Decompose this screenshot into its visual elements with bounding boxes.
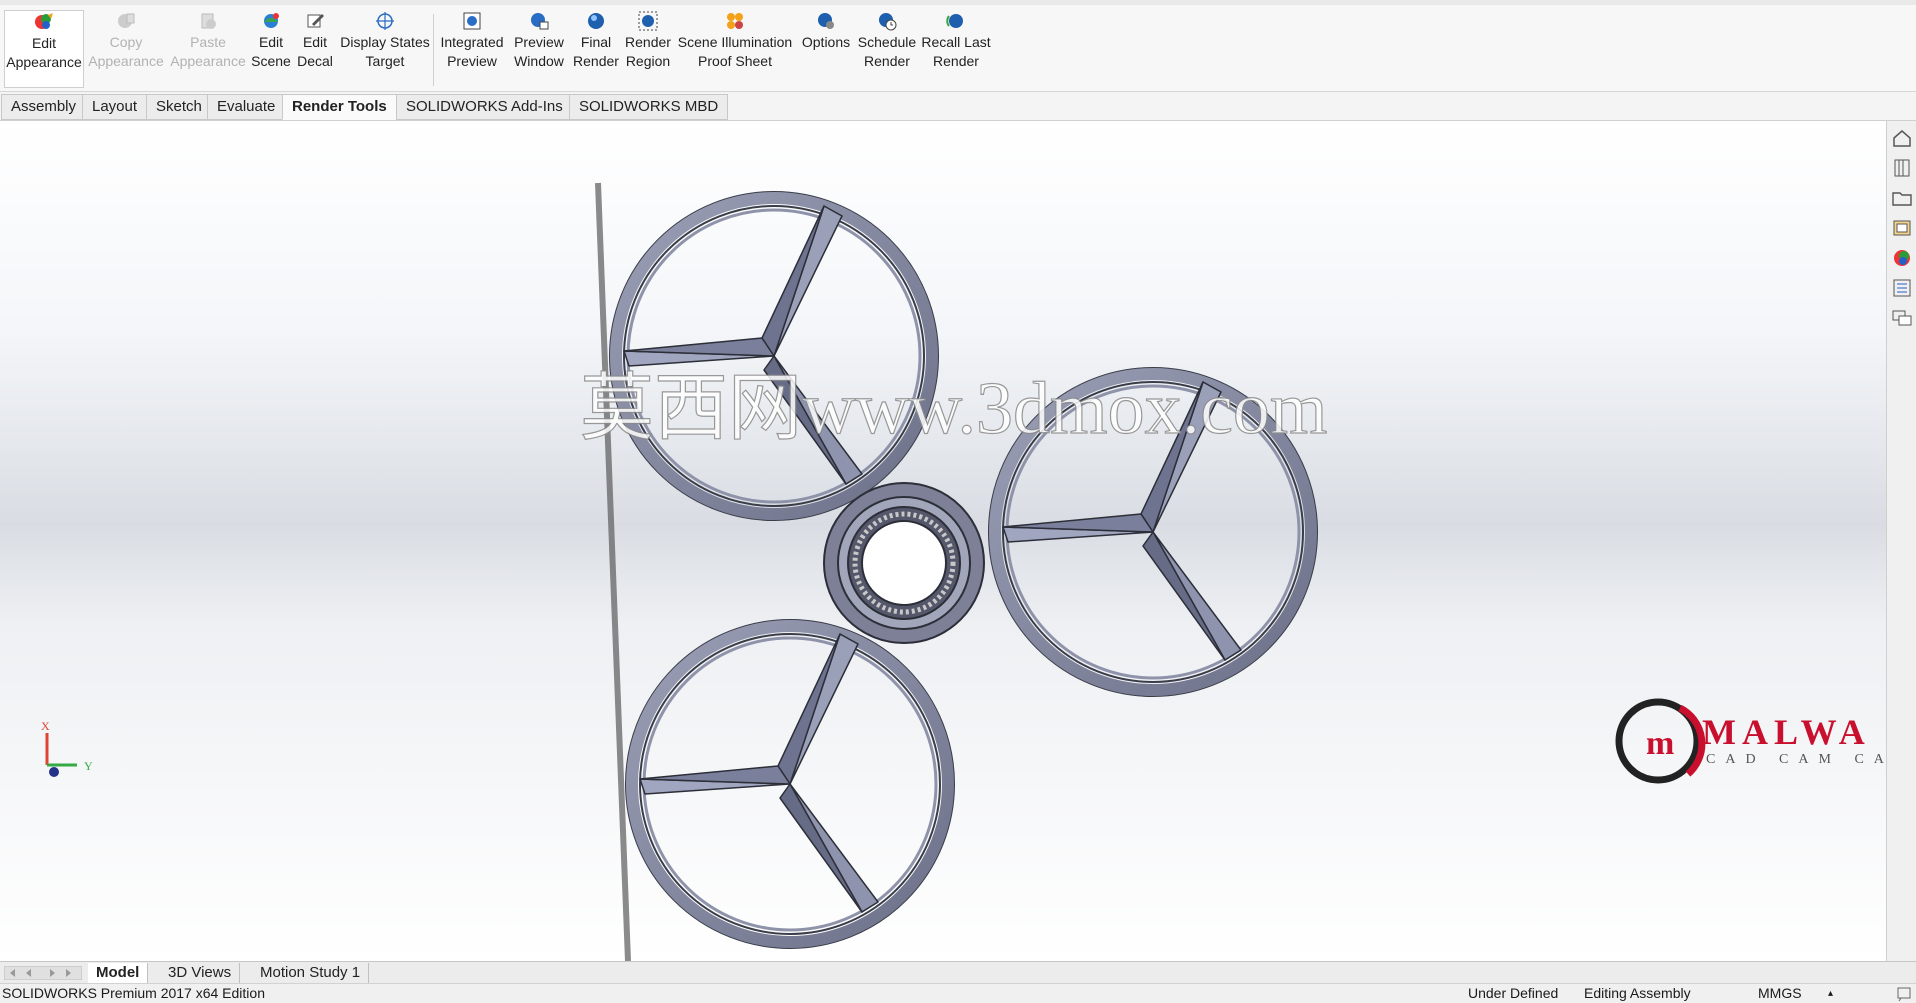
recall-last-render-button[interactable]: Recall Last Render bbox=[920, 10, 992, 88]
tab-solidworks-mbd[interactable]: SOLIDWORKS MBD bbox=[569, 94, 729, 120]
edition-text: SOLIDWORKS Premium 2017 x64 Edition bbox=[2, 985, 265, 1001]
decal-icon bbox=[303, 10, 327, 32]
definition-status: Under Defined bbox=[1468, 985, 1559, 1001]
graphics-area[interactable]: X Y m MALWA CAD CAM CAE 莫西网www.3dmox.com bbox=[0, 121, 1886, 961]
paste-appearance-icon bbox=[196, 10, 220, 32]
tab-scroll-arrows-icon[interactable] bbox=[4, 966, 82, 980]
edit-scene-button[interactable]: Edit Scene bbox=[250, 10, 292, 88]
tab-render-tools[interactable]: Render Tools bbox=[282, 94, 397, 120]
task-pane bbox=[1886, 121, 1916, 961]
edit-scene-label-1: Edit bbox=[258, 34, 284, 50]
final-render-label-2: Render bbox=[573, 53, 619, 69]
view-palette-icon[interactable] bbox=[1891, 217, 1913, 239]
wheel-top[interactable] bbox=[610, 192, 938, 520]
tab-solidworks-add-ins[interactable]: SOLIDWORKS Add-Ins bbox=[396, 94, 573, 120]
svg-text:m: m bbox=[1646, 725, 1674, 762]
logo-subtitle: CAD CAM CAE bbox=[1706, 752, 1886, 767]
design-library-icon[interactable] bbox=[1891, 157, 1913, 179]
schedule-render-label-1: Schedule bbox=[857, 34, 917, 50]
proof-sheet-icon bbox=[723, 10, 747, 32]
preview-window-label-1: Preview bbox=[514, 34, 564, 50]
watermark-text: 莫西网www.3dmox.com bbox=[580, 368, 1327, 450]
render-region-button[interactable]: Render Region bbox=[623, 10, 673, 88]
home-icon[interactable] bbox=[1891, 127, 1913, 149]
tab-evaluate[interactable]: Evaluate bbox=[207, 94, 286, 120]
scene-illumination-label-1: Scene Illumination bbox=[677, 34, 793, 50]
recall-last-render-label-2: Render bbox=[933, 53, 979, 69]
copy-appearance-label-2: Appearance bbox=[88, 53, 164, 69]
options-label-1: Options bbox=[801, 34, 851, 50]
appearances-scenes-icon[interactable] bbox=[1891, 247, 1913, 269]
schedule-render-icon bbox=[875, 10, 899, 32]
final-render-button[interactable]: Final Render bbox=[571, 10, 621, 88]
recall-render-icon bbox=[944, 10, 968, 32]
assembly-model[interactable]: X Y m MALWA CAD CAM CAE 莫西网www.3dmox.com bbox=[0, 121, 1886, 961]
scene-icon bbox=[259, 10, 283, 32]
status-bar: SOLIDWORKS Premium 2017 x64 Edition Unde… bbox=[0, 983, 1916, 1003]
tab-sketch[interactable]: Sketch bbox=[146, 94, 212, 120]
appearance-icon bbox=[32, 11, 56, 33]
edit-scene-label-2: Scene bbox=[251, 53, 291, 69]
edit-appearance-label-2: Appearance bbox=[6, 54, 82, 70]
integrated-preview-icon bbox=[460, 10, 484, 32]
editing-mode: Editing Assembly bbox=[1584, 985, 1691, 1001]
tab-motion-study-1[interactable]: Motion Study 1 bbox=[252, 963, 370, 983]
units-caret-icon[interactable]: ▴ bbox=[1828, 984, 1833, 1003]
integrated-preview-button[interactable]: Integrated Preview bbox=[438, 10, 506, 88]
display-states-target-button[interactable]: Display States Target bbox=[339, 10, 431, 88]
command-manager-ribbon: Edit Appearance Copy Appearance Paste Ap… bbox=[0, 0, 1916, 92]
copy-appearance-label-1: Copy bbox=[109, 34, 143, 50]
schedule-render-label-2: Render bbox=[864, 53, 910, 69]
coordinate-triad: X Y bbox=[41, 719, 93, 777]
copy-appearance-icon bbox=[114, 10, 138, 32]
bearing-hub[interactable] bbox=[823, 482, 985, 644]
edit-decal-label-1: Edit bbox=[302, 34, 328, 50]
display-states-label-2: Target bbox=[365, 53, 405, 69]
wheel-bottom[interactable] bbox=[626, 620, 954, 948]
ribbon-top-strip bbox=[0, 0, 1916, 5]
display-states-label-1: Display States bbox=[340, 34, 430, 50]
edit-appearance-button[interactable]: Edit Appearance bbox=[4, 10, 84, 88]
triad-y-label: Y bbox=[84, 759, 93, 773]
integrated-preview-label-2: Preview bbox=[447, 53, 497, 69]
preview-window-label-2: Window bbox=[514, 53, 564, 69]
paste-appearance-label-1: Paste bbox=[190, 34, 226, 50]
render-region-label-1: Render bbox=[625, 34, 671, 50]
malwa-logo: m MALWA CAD CAM CAE bbox=[1615, 698, 1886, 784]
options-button[interactable]: Options bbox=[797, 10, 855, 88]
paste-appearance-label-2: Appearance bbox=[170, 53, 246, 69]
unit-system-selector[interactable]: MMGS bbox=[1758, 984, 1802, 1003]
final-render-icon bbox=[584, 10, 608, 32]
final-render-label-1: Final bbox=[580, 34, 612, 50]
tab-3d-views[interactable]: 3D Views bbox=[160, 963, 241, 983]
tab-layout[interactable]: Layout bbox=[82, 94, 148, 120]
integrated-preview-label-1: Integrated bbox=[440, 34, 504, 50]
edit-decal-button[interactable]: Edit Decal bbox=[294, 10, 336, 88]
tab-model[interactable]: Model bbox=[88, 963, 149, 983]
scene-illumination-label-2: Proof Sheet bbox=[698, 53, 772, 69]
render-region-label-2: Region bbox=[625, 53, 671, 69]
render-region-icon bbox=[636, 10, 660, 32]
file-explorer-icon[interactable] bbox=[1891, 187, 1913, 209]
ribbon-separator bbox=[433, 14, 434, 86]
custom-properties-icon[interactable] bbox=[1891, 277, 1913, 299]
target-icon bbox=[373, 10, 397, 32]
preview-window-icon bbox=[527, 10, 551, 32]
paste-appearance-button[interactable]: Paste Appearance bbox=[170, 10, 246, 88]
preview-window-button[interactable]: Preview Window bbox=[510, 10, 568, 88]
schedule-render-button[interactable]: Schedule Render bbox=[857, 10, 917, 88]
render-options-icon bbox=[814, 10, 838, 32]
scene-illumination-proof-sheet-button[interactable]: Scene Illumination Proof Sheet bbox=[676, 10, 794, 88]
copy-appearance-button[interactable]: Copy Appearance bbox=[88, 10, 164, 88]
edit-decal-label-2: Decal bbox=[297, 53, 333, 69]
command-manager-tabs: Assembly Layout Sketch Evaluate Render T… bbox=[0, 92, 1916, 208]
tab-assembly[interactable]: Assembly bbox=[1, 94, 87, 120]
logo-title: MALWA bbox=[1702, 712, 1871, 752]
recall-last-render-label-1: Recall Last bbox=[921, 34, 991, 50]
rebuild-status-icon[interactable] bbox=[1896, 986, 1912, 1002]
model-tabs-bar: Model 3D Views Motion Study 1 bbox=[0, 961, 1916, 983]
edit-appearance-label-1: Edit bbox=[31, 35, 57, 51]
triad-x-label: X bbox=[41, 719, 50, 733]
forum-icon[interactable] bbox=[1891, 307, 1913, 329]
